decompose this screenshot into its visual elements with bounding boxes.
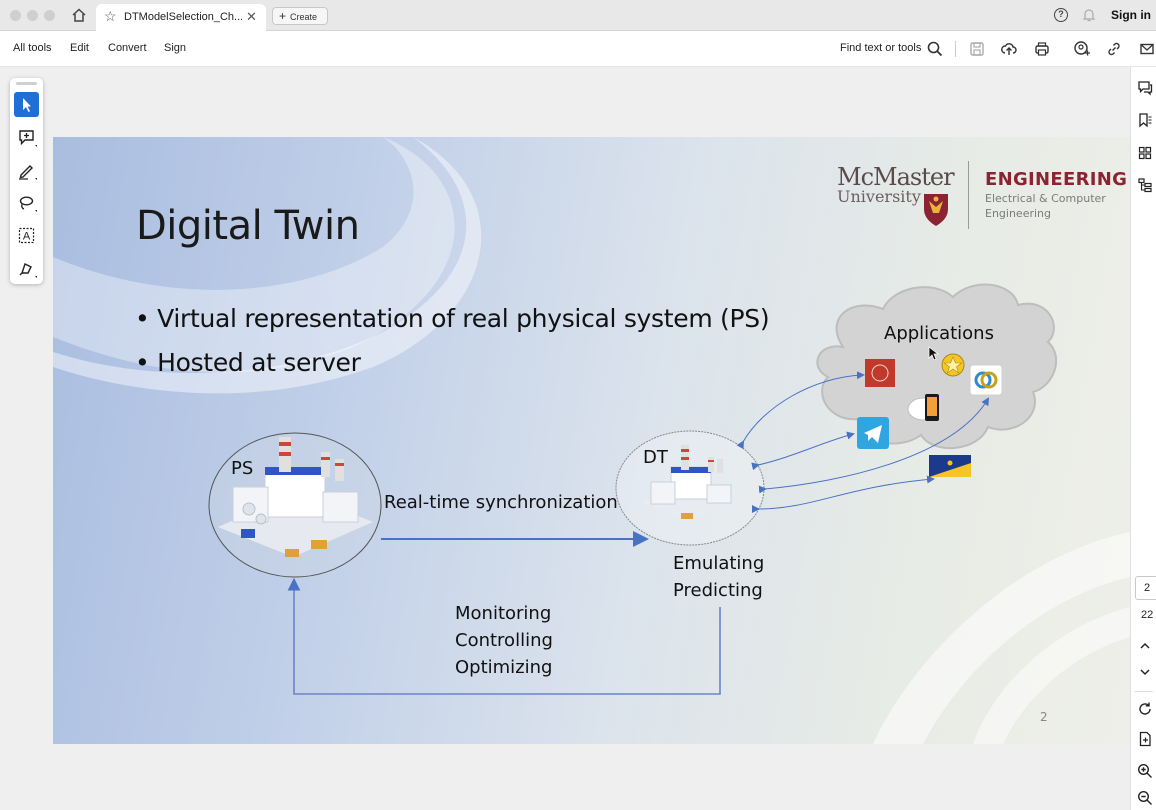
search-icon[interactable] bbox=[926, 40, 944, 58]
predicting-label: Predicting bbox=[673, 580, 763, 601]
tab-title: DTModelSelection_Ch... bbox=[124, 11, 242, 23]
applications-cloud bbox=[816, 283, 1058, 450]
cursor-arrow-icon bbox=[23, 98, 31, 112]
sign-in-link[interactable]: Sign in bbox=[1111, 8, 1151, 22]
page-total: 22 bbox=[1141, 609, 1154, 621]
structure-tree-icon[interactable] bbox=[1137, 177, 1153, 193]
app-icon-star bbox=[941, 353, 965, 377]
sidebar-divider bbox=[1135, 691, 1153, 692]
save-icon[interactable] bbox=[968, 40, 986, 58]
create-label: Create bbox=[290, 12, 318, 22]
svg-text:A: A bbox=[23, 231, 31, 243]
toolbar-divider bbox=[955, 41, 956, 57]
chevron-up-icon[interactable] bbox=[1139, 640, 1151, 652]
sync-label: Real-time synchronization bbox=[384, 492, 618, 513]
browser-tab-bar: ☆ DTModelSelection_Ch... ✕ + Create ? Sig… bbox=[0, 0, 1156, 31]
app-icon-red-badge bbox=[865, 359, 895, 387]
text-box-icon: A bbox=[18, 227, 35, 244]
controlling-label: Controlling bbox=[455, 630, 553, 651]
link-icon[interactable] bbox=[1105, 40, 1123, 58]
app-icon-rings bbox=[969, 364, 1003, 396]
app-link-arrow-2 bbox=[751, 431, 855, 471]
zoom-out-icon[interactable] bbox=[1137, 790, 1153, 806]
text-select-tool-button[interactable]: A bbox=[14, 223, 39, 248]
palette-grip[interactable] bbox=[16, 82, 37, 85]
menu-all-tools[interactable]: All tools bbox=[13, 42, 52, 54]
comment-tool-button[interactable] bbox=[14, 125, 39, 150]
mail-icon[interactable] bbox=[1138, 40, 1156, 58]
plus-icon: + bbox=[279, 9, 287, 23]
thumbnails-icon[interactable] bbox=[1137, 145, 1153, 161]
star-icon[interactable]: ☆ bbox=[104, 8, 117, 25]
pen-icon bbox=[19, 165, 37, 180]
menu-convert[interactable]: Convert bbox=[108, 42, 147, 54]
window-minimize-dot[interactable] bbox=[27, 10, 38, 21]
select-tool-button[interactable] bbox=[14, 92, 39, 117]
browser-tab-active[interactable]: ☆ DTModelSelection_Ch... ✕ bbox=[96, 4, 266, 31]
digital-twin-diagram bbox=[208, 283, 1058, 695]
applications-label: Applications bbox=[884, 323, 994, 344]
monitoring-label: Monitoring bbox=[455, 603, 552, 624]
optimizing-label: Optimizing bbox=[455, 657, 553, 678]
sign-tool-button[interactable] bbox=[14, 256, 39, 281]
slide-page-number: 2 bbox=[1040, 710, 1048, 724]
page-export-icon[interactable] bbox=[1137, 731, 1153, 747]
help-icon[interactable]: ? bbox=[1054, 8, 1068, 22]
app-icon-telegram bbox=[857, 417, 889, 449]
ps-label: PS bbox=[231, 458, 254, 479]
app-link-arrow-4 bbox=[751, 475, 935, 514]
tool-palette: A bbox=[10, 78, 43, 284]
print-icon[interactable] bbox=[1033, 40, 1051, 58]
slide-page: Digital Twin • Virtual representation of… bbox=[53, 137, 1130, 744]
comment-add-icon bbox=[19, 130, 37, 147]
cloud-upload-icon[interactable] bbox=[1000, 40, 1018, 58]
app-toolbar: All tools Edit Convert Sign Find text or… bbox=[0, 31, 1156, 67]
page-number-input[interactable]: 2 bbox=[1135, 576, 1156, 600]
create-button[interactable]: + Create bbox=[272, 7, 328, 25]
zoom-in-icon[interactable] bbox=[1137, 763, 1153, 779]
lasso-icon bbox=[19, 196, 37, 212]
emulating-label: Emulating bbox=[673, 553, 765, 574]
draw-tool-button[interactable] bbox=[14, 158, 39, 183]
comments-icon[interactable] bbox=[1137, 80, 1153, 96]
lasso-tool-button[interactable] bbox=[14, 190, 39, 215]
window-maximize-dot[interactable] bbox=[44, 10, 55, 21]
menu-edit[interactable]: Edit bbox=[70, 42, 89, 54]
rotate-icon[interactable] bbox=[1137, 701, 1153, 717]
bookmark-icon[interactable] bbox=[1137, 112, 1153, 128]
home-icon[interactable] bbox=[70, 6, 88, 24]
right-sidebar bbox=[1130, 67, 1156, 810]
chevron-down-icon[interactable] bbox=[1139, 666, 1151, 678]
bell-icon[interactable] bbox=[1081, 7, 1097, 23]
window-close-dot[interactable] bbox=[10, 10, 21, 21]
share-user-icon[interactable] bbox=[1073, 40, 1091, 58]
menu-sign[interactable]: Sign bbox=[164, 42, 186, 54]
dt-label: DT bbox=[643, 447, 668, 468]
app-icon-flag bbox=[929, 455, 971, 477]
find-text-or-tools[interactable]: Find text or tools bbox=[840, 42, 921, 54]
close-icon[interactable]: ✕ bbox=[246, 9, 257, 25]
pen-nib-icon bbox=[19, 263, 37, 278]
